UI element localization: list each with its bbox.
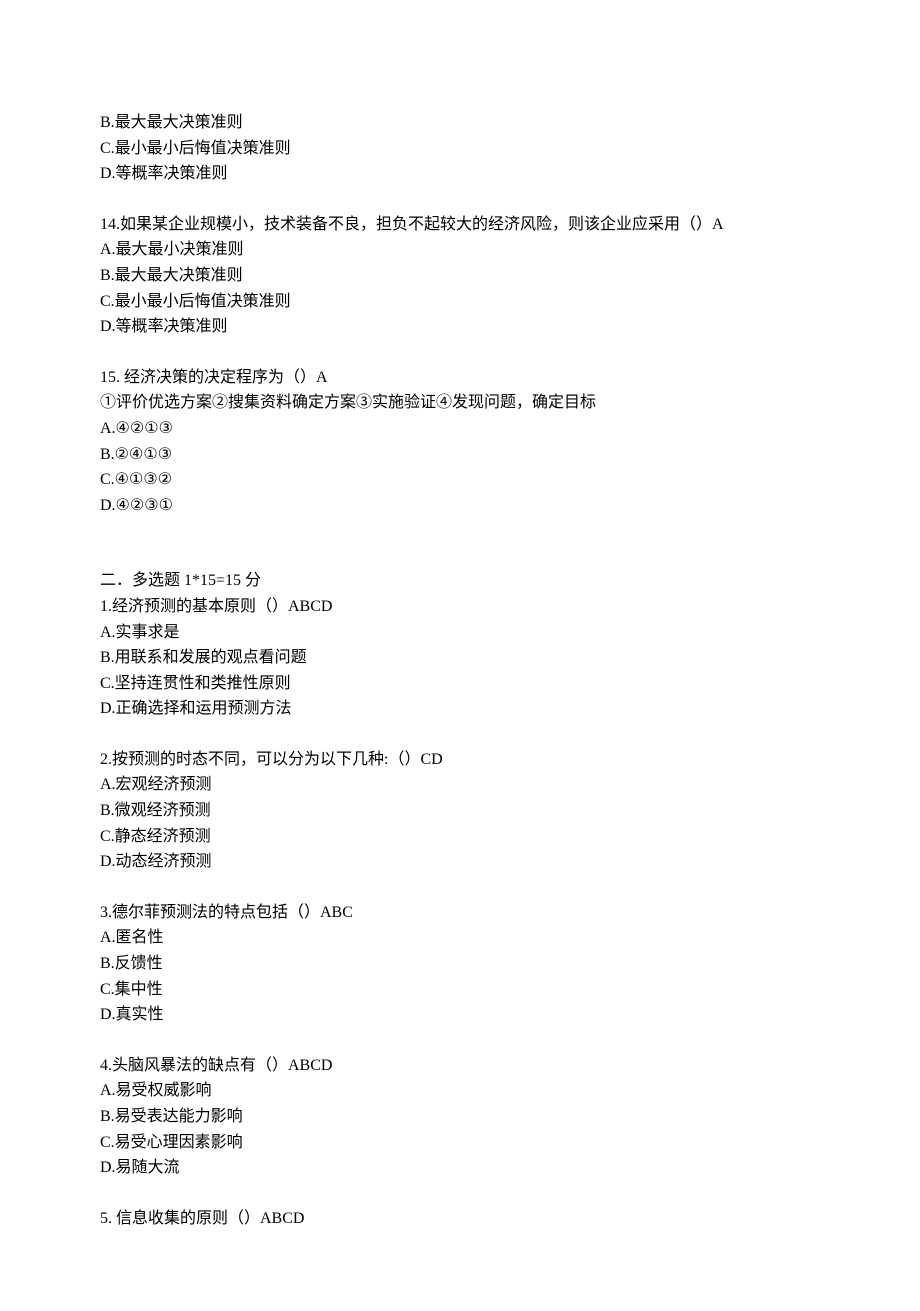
spacer bbox=[100, 340, 820, 365]
option-text: D.正确选择和运用预测方法 bbox=[100, 696, 820, 722]
spacer bbox=[100, 875, 820, 900]
option-text: D.等概率决策准则 bbox=[100, 314, 820, 340]
question-stem: 2.按预测的时态不同，可以分为以下几种:（）CD bbox=[100, 747, 820, 773]
section-title: 二．多选题 1*15=15 分 bbox=[100, 568, 820, 594]
question-stem: 4.头脑风暴法的缺点有（）ABCD bbox=[100, 1053, 820, 1079]
question-stem: 5. 信息收集的原则（）ABCD bbox=[100, 1206, 820, 1232]
spacer bbox=[100, 187, 820, 212]
question-stem: 3.德尔菲预测法的特点包括（）ABC bbox=[100, 900, 820, 926]
option-text: A.易受权威影响 bbox=[100, 1078, 820, 1104]
option-text: C.最小最小后悔值决策准则 bbox=[100, 136, 820, 162]
option-text: A.匿名性 bbox=[100, 925, 820, 951]
option-text: C.坚持连贯性和类推性原则 bbox=[100, 671, 820, 697]
option-text: B.最大最大决策准则 bbox=[100, 263, 820, 289]
option-text: D.等概率决策准则 bbox=[100, 161, 820, 187]
question-stem: 15. 经济决策的决定程序为（）A bbox=[100, 365, 820, 391]
option-text: B.易受表达能力影响 bbox=[100, 1104, 820, 1130]
option-text: D.真实性 bbox=[100, 1002, 820, 1028]
option-text: A.实事求是 bbox=[100, 620, 820, 646]
option-text: D.④②③① bbox=[100, 493, 820, 519]
option-text: C.集中性 bbox=[100, 977, 820, 1003]
option-text: C.④①③② bbox=[100, 467, 820, 493]
option-text: C.静态经济预测 bbox=[100, 824, 820, 850]
option-text: A.④②①③ bbox=[100, 416, 820, 442]
option-text: A.最大最小决策准则 bbox=[100, 237, 820, 263]
option-text: B.最大最大决策准则 bbox=[100, 110, 820, 136]
question-note: ①评价优选方案②搜集资料确定方案③实施验证④发现问题，确定目标 bbox=[100, 390, 820, 416]
spacer bbox=[100, 518, 820, 543]
option-text: B.反馈性 bbox=[100, 951, 820, 977]
option-text: C.易受心理因素影响 bbox=[100, 1130, 820, 1156]
option-text: D.动态经济预测 bbox=[100, 849, 820, 875]
option-text: C.最小最小后悔值决策准则 bbox=[100, 289, 820, 315]
option-text: D.易随大流 bbox=[100, 1155, 820, 1181]
option-text: B.用联系和发展的观点看问题 bbox=[100, 645, 820, 671]
option-text: B.微观经济预测 bbox=[100, 798, 820, 824]
option-text: B.②④①③ bbox=[100, 442, 820, 468]
spacer bbox=[100, 722, 820, 747]
spacer bbox=[100, 543, 820, 568]
question-stem: 14.如果某企业规模小，技术装备不良，担负不起较大的经济风险，则该企业应采用（）… bbox=[100, 212, 820, 238]
question-stem: 1.经济预测的基本原则（）ABCD bbox=[100, 594, 820, 620]
spacer bbox=[100, 1181, 820, 1206]
option-text: A.宏观经济预测 bbox=[100, 772, 820, 798]
spacer bbox=[100, 1028, 820, 1053]
